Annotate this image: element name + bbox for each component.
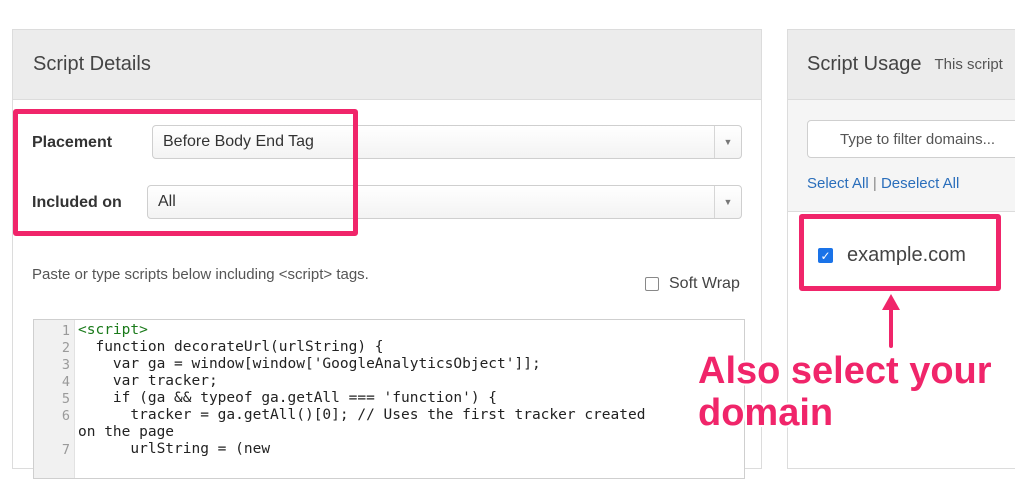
domain-filter-input[interactable]: Type to filter domains... xyxy=(807,120,1015,158)
code-line: on the page xyxy=(78,424,175,440)
script-usage-subtitle: This script xyxy=(934,56,1003,73)
line-number-gutter: 1 2 3 4 5 6 7 xyxy=(34,320,75,478)
up-arrow-icon xyxy=(882,294,900,348)
line-number: 7 xyxy=(61,442,70,458)
annotation-line-2: domain xyxy=(698,392,834,434)
line-number: 5 xyxy=(61,391,70,407)
annotation-line-1: Also select your xyxy=(698,350,992,392)
script-usage-title: Script Usage xyxy=(807,53,922,75)
code-line: <script> xyxy=(78,322,148,338)
line-number: 1 xyxy=(61,323,70,339)
deselect-all-link[interactable]: Deselect All xyxy=(881,175,959,192)
checkbox-icon[interactable] xyxy=(645,277,659,291)
script-details-panel: Script Details Placement Before Body End… xyxy=(12,29,762,479)
line-number: 3 xyxy=(61,357,70,373)
selection-links: Select All | Deselect All xyxy=(807,175,959,192)
select-all-link[interactable]: Select All xyxy=(807,175,869,192)
code-line: var ga = window[window['GoogleAnalyticsO… xyxy=(78,356,541,372)
code-line: function decorateUrl(urlString) { xyxy=(78,339,384,355)
dropdown-arrow-icon: ▼ xyxy=(714,126,741,158)
highlight-box-domain xyxy=(799,214,1001,291)
code-line: var tracker; xyxy=(78,373,218,389)
line-number: 6 xyxy=(61,408,70,424)
script-details-title: Script Details xyxy=(33,53,151,75)
code-editor[interactable]: 1 2 3 4 5 6 7 <script> function decorate… xyxy=(33,319,745,479)
code-line: if (ga && typeof ga.getAll === 'function… xyxy=(78,390,498,406)
soft-wrap-label: Soft Wrap xyxy=(669,275,740,292)
line-number: 2 xyxy=(61,340,70,356)
annotation-text: Also select your domain xyxy=(698,350,992,434)
script-details-header: Script Details xyxy=(13,30,761,100)
code-line: tracker = ga.getAll()[0]; // Uses the fi… xyxy=(78,407,646,423)
line-number: 4 xyxy=(61,374,70,390)
script-usage-header: Script Usage This script xyxy=(788,30,1015,100)
script-hint-text: Paste or type scripts below including <s… xyxy=(32,266,369,283)
dropdown-arrow-icon: ▼ xyxy=(714,186,741,218)
soft-wrap-toggle[interactable]: Soft Wrap xyxy=(645,275,740,293)
link-separator: | xyxy=(872,175,877,192)
code-line: urlString = (new xyxy=(78,441,271,457)
domain-filter-area: Type to filter domains... Select All | D… xyxy=(788,100,1015,212)
highlight-box-placement xyxy=(13,109,358,236)
domain-filter-placeholder: Type to filter domains... xyxy=(840,130,996,148)
